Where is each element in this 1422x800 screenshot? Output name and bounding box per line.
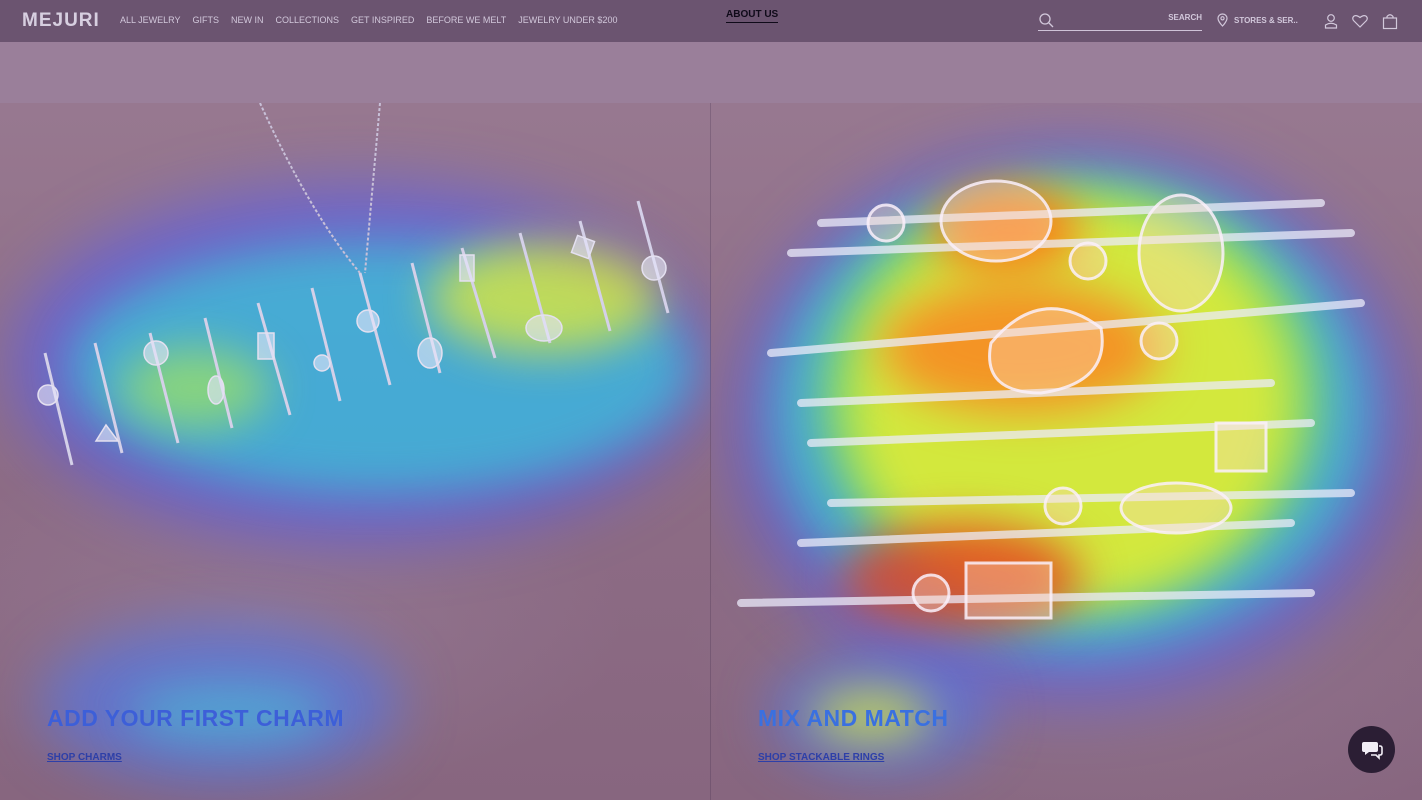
chat-button[interactable] (1348, 726, 1395, 773)
mejuri-logo[interactable]: MEJURI (22, 10, 100, 32)
stackable-rings-promo-panel: MIX AND MATCH SHOP STACKABLE RINGS (711, 103, 1422, 800)
shopping-bag-icon[interactable] (1381, 12, 1399, 30)
charm-necklace-image (37, 103, 670, 466)
chat-bubble-icon (1361, 741, 1383, 760)
account-icon[interactable] (1322, 12, 1340, 30)
charm-headline: ADD YOUR FIRST CHARM (47, 705, 345, 731)
nav-item-jewelry-under-200[interactable]: JEWELRY UNDER $200 (518, 15, 617, 25)
main-nav: ALL JEWELRY GIFTS NEW IN COLLECTIONS GET… (120, 15, 617, 25)
nav-item-before-we-melt[interactable]: BEFORE WE MELT (426, 15, 506, 25)
nav-item-new-in[interactable]: NEW IN (231, 15, 264, 25)
stacked-rings-image (737, 179, 1365, 620)
charms-promo-panel: ADD YOUR FIRST CHARM SHOP CHARMS (0, 103, 711, 800)
nav-item-gifts[interactable]: GIFTS (193, 15, 220, 25)
shop-charms-link[interactable]: SHOP CHARMS (47, 752, 122, 763)
nav-item-collections[interactable]: COLLECTIONS (276, 15, 340, 25)
top-navigation-bar: MEJURI ALL JEWELRY GIFTS NEW IN COLLECTI… (0, 0, 1422, 42)
nav-item-about-us[interactable]: ABOUT US (726, 9, 779, 23)
shop-stackable-rings-link[interactable]: SHOP STACKABLE RINGS (758, 752, 884, 763)
search-label: SEARCH (1168, 13, 1202, 22)
nav-item-all-jewelry[interactable]: ALL JEWELRY (120, 15, 181, 25)
stores-and-services-link[interactable]: STORES & SER.. (1217, 13, 1298, 27)
stores-label: STORES & SER.. (1234, 15, 1298, 25)
nav-item-get-inspired[interactable]: GET INSPIRED (351, 15, 414, 25)
heart-icon[interactable] (1351, 12, 1369, 30)
search-icon (1039, 13, 1054, 28)
search-input[interactable]: SEARCH (1038, 12, 1202, 31)
location-pin-icon (1217, 13, 1228, 27)
announcement-strip (0, 42, 1422, 103)
mix-and-match-headline: MIX AND MATCH (758, 705, 949, 731)
